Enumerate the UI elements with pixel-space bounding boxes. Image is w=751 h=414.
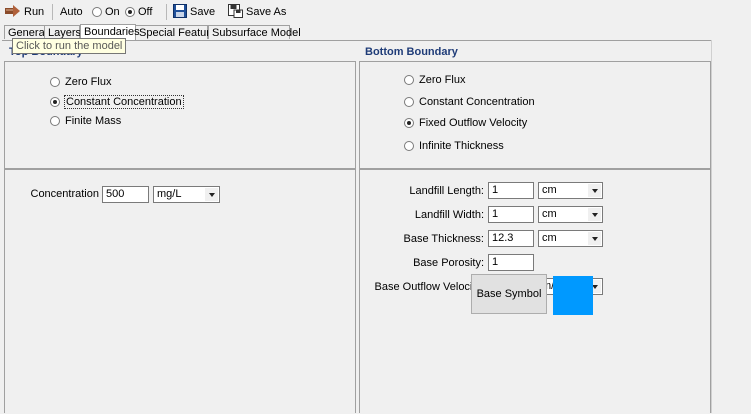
base-thickness-label: Base Thickness: [403, 233, 484, 245]
tab-subsurface-model[interactable]: Subsurface Model [208, 25, 301, 39]
bottom-infinite-thickness-radio[interactable]: Infinite Thickness [404, 139, 504, 153]
chevron-down-icon[interactable] [205, 188, 218, 201]
run-label: Run [24, 6, 45, 18]
tab-general[interactable]: General [4, 25, 47, 39]
landfill-length-unit-value: cm [542, 184, 557, 196]
top-finite-mass-label: Finite Mass [65, 115, 122, 127]
base-symbol-color-swatch[interactable] [553, 276, 593, 315]
run-tooltip: Click to run the model [12, 38, 127, 54]
base-outflow-velocity-label: Base Outflow Velocity: [374, 281, 484, 293]
tab-layers[interactable]: Layers [44, 25, 81, 39]
landfill-length-label: Landfill Length: [409, 185, 484, 197]
auto-off-radio[interactable]: Off [125, 4, 152, 20]
top-zero-flux-radio[interactable]: Zero Flux [50, 75, 111, 89]
base-porosity-label: Base Porosity: [413, 257, 484, 269]
floppy-disk-icon [173, 3, 187, 21]
base-thickness-unit-value: cm [542, 232, 557, 244]
bottom-constant-concentration-radio[interactable]: Constant Concentration [404, 95, 535, 109]
bottom-fixed-outflow-velocity-radio[interactable]: Fixed Outflow Velocity [404, 116, 527, 130]
toolbar-separator [166, 4, 167, 20]
top-constant-concentration-label: Constant Concentration [64, 95, 184, 109]
bottom-constant-concentration-label: Constant Concentration [419, 96, 535, 108]
bottom-infinite-thickness-radio-circle[interactable] [404, 141, 414, 151]
bottom-zero-flux-radio[interactable]: Zero Flux [404, 73, 465, 87]
chevron-down-icon[interactable] [588, 232, 601, 245]
landfill-width-label: Landfill Width: [414, 209, 484, 221]
save-as-icon [228, 3, 243, 21]
auto-off-label: Off [138, 6, 153, 18]
bottom-zero-flux-label: Zero Flux [419, 74, 466, 86]
auto-label: Auto [60, 4, 83, 20]
base-thickness-input[interactable]: 12.3 [488, 230, 534, 247]
auto-on-label: On [105, 6, 120, 18]
run-button[interactable]: Run [5, 4, 44, 20]
bottom-zero-flux-radio-circle[interactable] [404, 75, 414, 85]
save-label: Save [190, 6, 216, 18]
top-finite-mass-radio-circle[interactable] [50, 116, 60, 126]
tab-special-features[interactable]: Special Features [135, 25, 222, 39]
toolbar: Run Auto On Off Save Save As [0, 0, 751, 24]
save-as-button[interactable]: Save As [228, 3, 287, 21]
landfill-width-unit-select[interactable]: cm [538, 206, 603, 223]
base-symbol-button[interactable]: Base Symbol [471, 274, 547, 314]
base-symbol-button-label: Base Symbol [476, 288, 542, 300]
save-button[interactable]: Save [173, 3, 216, 21]
auto-label-text: Auto [60, 6, 83, 18]
bottom-boundary-title: Bottom Boundary [365, 46, 458, 58]
bottom-fixed-outflow-velocity-label: Fixed Outflow Velocity [419, 117, 528, 129]
concentration-label: Concentration [30, 188, 100, 200]
top-zero-flux-radio-circle[interactable] [50, 77, 60, 87]
base-thickness-unit-select[interactable]: cm [538, 230, 603, 247]
auto-off-radio-circle[interactable] [125, 7, 135, 17]
concentration-unit-select[interactable]: mg/L [153, 186, 220, 203]
top-zero-flux-label: Zero Flux [65, 76, 112, 88]
run-icon [5, 4, 21, 20]
bottom-constant-concentration-radio-circle[interactable] [404, 97, 414, 107]
chevron-down-icon[interactable] [588, 184, 601, 197]
top-finite-mass-radio[interactable]: Finite Mass [50, 114, 121, 128]
top-constant-concentration-radio-circle[interactable] [50, 97, 60, 107]
landfill-length-unit-select[interactable]: cm [538, 182, 603, 199]
top-boundary-parameters-box [4, 169, 356, 413]
toolbar-separator [52, 4, 53, 20]
right-margin-area [711, 40, 751, 413]
auto-on-radio-circle[interactable] [92, 7, 102, 17]
concentration-input[interactable]: 500 [102, 186, 149, 203]
top-constant-concentration-radio[interactable]: Constant Concentration [50, 95, 184, 109]
bottom-infinite-thickness-label: Infinite Thickness [419, 140, 504, 152]
chevron-down-icon[interactable] [588, 208, 601, 221]
base-porosity-input[interactable]: 1 [488, 254, 534, 271]
landfill-width-unit-value: cm [542, 208, 557, 220]
concentration-unit-value: mg/L [157, 188, 182, 200]
landfill-width-input[interactable]: 1 [488, 206, 534, 223]
landfill-length-input[interactable]: 1 [488, 182, 534, 199]
save-as-label: Save As [246, 6, 287, 18]
bottom-fixed-outflow-velocity-radio-circle[interactable] [404, 118, 414, 128]
auto-on-radio[interactable]: On [92, 4, 120, 20]
